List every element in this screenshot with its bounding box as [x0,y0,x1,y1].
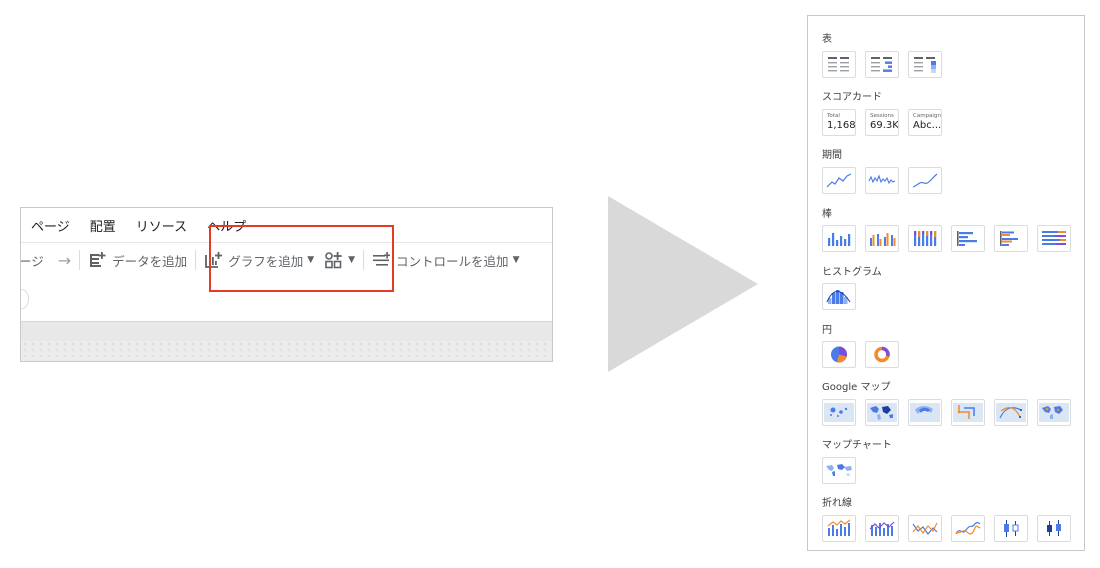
section-title-bar: 棒 [822,209,832,220]
table-bars-icon [871,57,892,72]
chart-picker-panel: 表 スコアカード Total 1,168 Sessions 69.3K Camp… [807,15,1085,551]
heatmap-map-icon [910,403,940,422]
section-title-histogram: ヒストグラム [822,267,882,278]
highlight-box [209,225,394,292]
chart-option-candlestick-filled[interactable] [1037,515,1071,542]
chart-option-scorecard-campaign[interactable]: Campaign Abc... [908,109,942,136]
candlestick-icon [1004,520,1019,537]
chart-option-map-filled[interactable] [865,399,899,426]
section-title-map-chart: マップチャート [822,440,892,451]
table-heatmap-icon [914,57,936,73]
add-data-label: データを追加 [112,253,188,269]
canvas-ruler [21,321,552,342]
chart-option-map-bubble[interactable] [822,399,856,426]
partial-page-label[interactable]: ージ [21,251,44,270]
add-data-icon [90,252,106,267]
bubble-map-icon [824,403,854,422]
grouped-column-icon [870,233,896,246]
section-title-google-maps: Google マップ [822,382,891,393]
divider [79,250,81,270]
timeseries-icon [826,173,852,188]
chevron-down-icon: ▼ [512,255,520,265]
chart-option-stacked-combo[interactable] [865,515,899,542]
section-title-timeseries: 期間 [822,150,842,161]
scorecard-value: 69.3K [870,120,899,131]
sparkline-icon [868,174,896,185]
candlestick-filled-icon [1047,520,1061,536]
combined-map-icon [1039,403,1069,422]
chart-option-map-lines[interactable] [951,399,985,426]
section-title-table: 表 [822,34,832,45]
chart-option-line[interactable] [908,515,942,542]
chart-option-scorecard-sessions[interactable]: Sessions 69.3K [865,109,899,136]
line-chart-icon [912,522,938,535]
chart-option-timeseries[interactable] [822,167,856,194]
filled-map-icon [867,403,897,422]
grouped-bar-icon [1000,231,1018,246]
redo-arrow-icon[interactable]: → [58,251,71,270]
menu-resource[interactable]: リソース [136,216,187,235]
smoothed-line-chart-icon [955,522,981,535]
add-control-label: コントロールを追加 [396,253,509,269]
section-title-pie: 円 [822,325,832,336]
pie-chart-icon [831,346,847,363]
scorecard-value: Abc... [913,120,942,131]
scorecard-value: 1,168 [827,120,856,131]
scorecard-label: Campaign [913,113,941,119]
smoothed-line-icon [912,173,938,188]
stacked-bar-icon [1042,231,1066,245]
column-chart-icon [828,233,851,246]
menu-page[interactable]: ページ [31,216,70,235]
arrow-icon [608,196,758,372]
divider [195,250,197,270]
histogram-icon [826,290,851,304]
add-control-button[interactable]: コントロールを追加 ▼ [372,251,519,270]
section-title-scorecard: スコアカード [822,92,882,103]
chart-option-grouped-column[interactable] [865,225,899,252]
scorecard-label: Sessions [870,113,894,119]
bar-chart-icon [957,231,977,246]
stacked-combo-icon [869,521,895,536]
chart-option-map-connections[interactable] [994,399,1028,426]
chart-option-candlestick[interactable] [994,515,1028,542]
chart-option-map-combined[interactable] [1037,399,1071,426]
chart-option-smoothed-line[interactable] [951,515,985,542]
menu-arrange[interactable]: 配置 [90,216,116,235]
chart-option-table-heatmap[interactable] [908,51,942,78]
chart-option-grouped-bar[interactable] [994,225,1028,252]
section-title-line: 折れ線 [822,498,852,509]
table-icon [828,57,849,72]
scroll-edge [21,289,29,309]
chart-option-stacked-column[interactable] [908,225,942,252]
connection-map-icon [996,403,1026,422]
chart-option-pie[interactable] [822,341,856,368]
chart-option-map-heatmap[interactable] [908,399,942,426]
chart-option-combo[interactable] [822,515,856,542]
chart-option-bar[interactable] [951,225,985,252]
add-data-button[interactable]: データを追加 [88,251,187,270]
canvas-grid [21,341,552,361]
chart-option-sparkline[interactable] [865,167,899,194]
donut-chart-icon [874,346,890,363]
chart-option-column[interactable] [822,225,856,252]
scorecard-label: Total [827,113,840,119]
chart-option-histogram[interactable] [822,283,856,310]
combo-chart-icon [827,519,851,536]
chart-option-stacked-bar[interactable] [1037,225,1071,252]
chart-option-smoothed-timeseries[interactable] [908,167,942,194]
line-map-icon [953,403,983,422]
chart-option-geo-chart[interactable] [822,457,856,484]
chart-option-donut[interactable] [865,341,899,368]
geo-chart-icon [824,461,854,480]
chart-option-scorecard-total[interactable]: Total 1,168 [822,109,856,136]
chart-option-table[interactable] [822,51,856,78]
chart-option-table-bars[interactable] [865,51,899,78]
stacked-column-icon [914,231,937,246]
